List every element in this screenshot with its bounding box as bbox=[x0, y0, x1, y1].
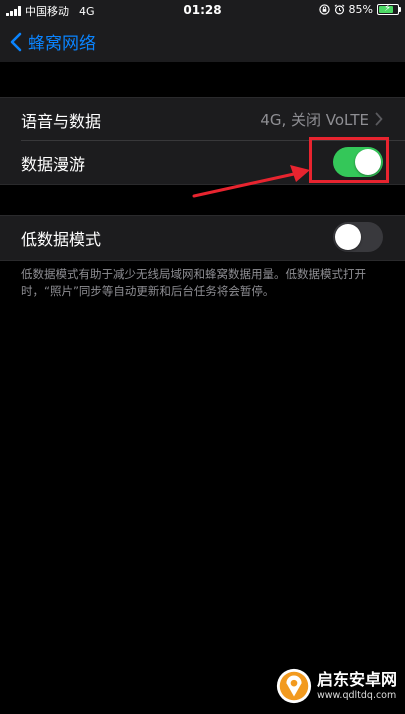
battery-charging-icon: ⚡ bbox=[377, 3, 401, 15]
watermark-url: www.qdltdq.com bbox=[317, 690, 397, 701]
voice-data-row[interactable]: 语音与数据 4G, 关闭 VoLTE bbox=[0, 98, 405, 141]
annotation-highlight-box bbox=[309, 137, 389, 183]
battery-percent: 85% bbox=[348, 3, 373, 16]
alarm-icon bbox=[334, 4, 344, 15]
orientation-lock-icon bbox=[318, 4, 330, 15]
chevron-right-icon bbox=[375, 112, 383, 126]
status-bar: 中国移动 4G 01:28 85% ⚡ bbox=[0, 0, 405, 20]
status-right: 85% ⚡ bbox=[318, 3, 401, 16]
voice-data-label: 语音与数据 bbox=[21, 111, 102, 131]
charging-bolt-icon: ⚡ bbox=[384, 3, 392, 14]
low-data-mode-toggle[interactable] bbox=[333, 222, 383, 252]
voice-data-value: 4G, 关闭 VoLTE bbox=[260, 111, 369, 129]
watermark-logo-icon bbox=[276, 668, 312, 704]
low-data-mode-label: 低数据模式 bbox=[21, 229, 102, 249]
low-data-mode-group: 低数据模式 bbox=[0, 215, 405, 261]
low-data-mode-row: 低数据模式 bbox=[0, 216, 405, 259]
watermark-title: 启东安卓网 bbox=[317, 670, 398, 689]
low-data-mode-footnote: 低数据模式有助于减少无线局域网和蜂窝数据用量。低数据模式打开时，“照片”同步等自… bbox=[21, 267, 366, 298]
chevron-left-icon bbox=[10, 32, 22, 51]
watermark-text: 启东安卓网 www.qdltdq.com bbox=[317, 670, 397, 702]
data-roaming-label: 数据漫游 bbox=[21, 154, 86, 174]
back-button[interactable]: 蜂窝网络 bbox=[10, 29, 96, 54]
navigation-bar: 蜂窝网络 bbox=[0, 20, 405, 62]
back-button-label: 蜂窝网络 bbox=[28, 34, 96, 54]
annotation-arrow-icon bbox=[192, 165, 310, 198]
settings-screen: 中国移动 4G 01:28 85% ⚡ 蜂窝网络 语音与数据 4G, 关闭 Vo… bbox=[0, 0, 405, 714]
watermark: 启东安卓网 www.qdltdq.com bbox=[275, 664, 397, 708]
toggle-knob bbox=[335, 224, 361, 250]
